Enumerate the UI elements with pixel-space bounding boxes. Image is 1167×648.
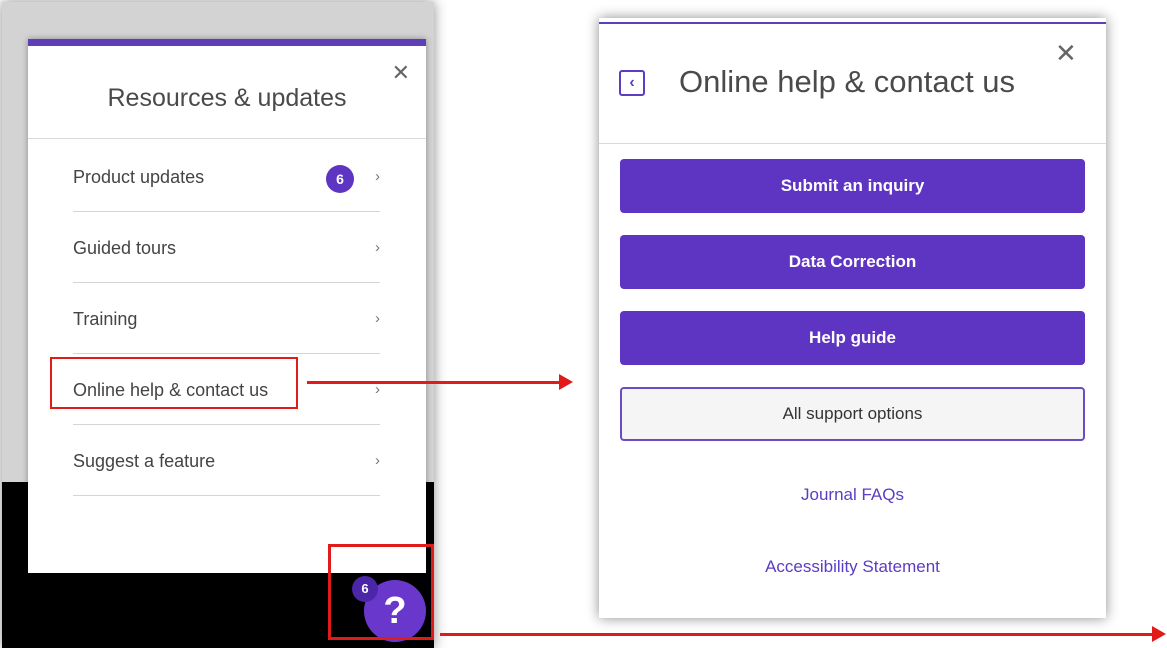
close-icon[interactable]: ✕ bbox=[392, 62, 410, 84]
arrow-head bbox=[1152, 626, 1166, 642]
accent-bar bbox=[599, 22, 1106, 24]
chevron-right-icon: › bbox=[375, 452, 380, 469]
close-icon[interactable]: ✕ bbox=[1055, 40, 1077, 66]
menu-item-label: Training bbox=[73, 309, 138, 329]
arrow-to-right-panel bbox=[307, 381, 561, 384]
chevron-right-icon: › bbox=[375, 239, 380, 256]
help-guide-button[interactable]: Help guide bbox=[620, 311, 1085, 365]
resources-menu: Product updates 6 › Guided tours › Train… bbox=[73, 141, 380, 496]
menu-item-guided-tours[interactable]: Guided tours › bbox=[73, 212, 380, 283]
all-support-options-button[interactable]: All support options bbox=[620, 387, 1085, 441]
menu-item-label: Product updates bbox=[73, 167, 205, 187]
divider bbox=[28, 138, 426, 139]
back-arrow-icon[interactable]: ‹ bbox=[619, 70, 645, 96]
panel-title: Online help & contact us bbox=[679, 64, 1016, 99]
menu-item-suggest-feature[interactable]: Suggest a feature › bbox=[73, 425, 380, 496]
highlight-box-online-help bbox=[50, 357, 298, 409]
journal-faqs-link[interactable]: Journal FAQs bbox=[599, 485, 1106, 505]
menu-item-label: Guided tours bbox=[73, 238, 177, 258]
arrow-bottom bbox=[440, 633, 1154, 636]
menu-item-label: Suggest a feature bbox=[73, 451, 216, 471]
left-screenshot: Resources & updates ✕ Product updates 6 … bbox=[2, 2, 434, 648]
count-badge: 6 bbox=[326, 165, 354, 193]
submit-inquiry-button[interactable]: Submit an inquiry bbox=[620, 159, 1085, 213]
menu-item-product-updates[interactable]: Product updates 6 › bbox=[73, 141, 380, 212]
panel-title: Resources & updates bbox=[107, 84, 347, 112]
right-screenshot: ‹ Online help & contact us ✕ Submit an i… bbox=[599, 18, 1106, 618]
chevron-right-icon: › bbox=[375, 310, 380, 327]
menu-item-training[interactable]: Training › bbox=[73, 283, 380, 354]
chevron-right-icon: › bbox=[375, 168, 380, 185]
divider bbox=[599, 143, 1106, 144]
resources-panel: Resources & updates ✕ Product updates 6 … bbox=[28, 39, 426, 573]
highlight-box-help-button bbox=[328, 544, 434, 640]
arrow-head bbox=[559, 374, 573, 390]
accessibility-statement-link[interactable]: Accessibility Statement bbox=[599, 557, 1106, 577]
data-correction-button[interactable]: Data Correction bbox=[620, 235, 1085, 289]
